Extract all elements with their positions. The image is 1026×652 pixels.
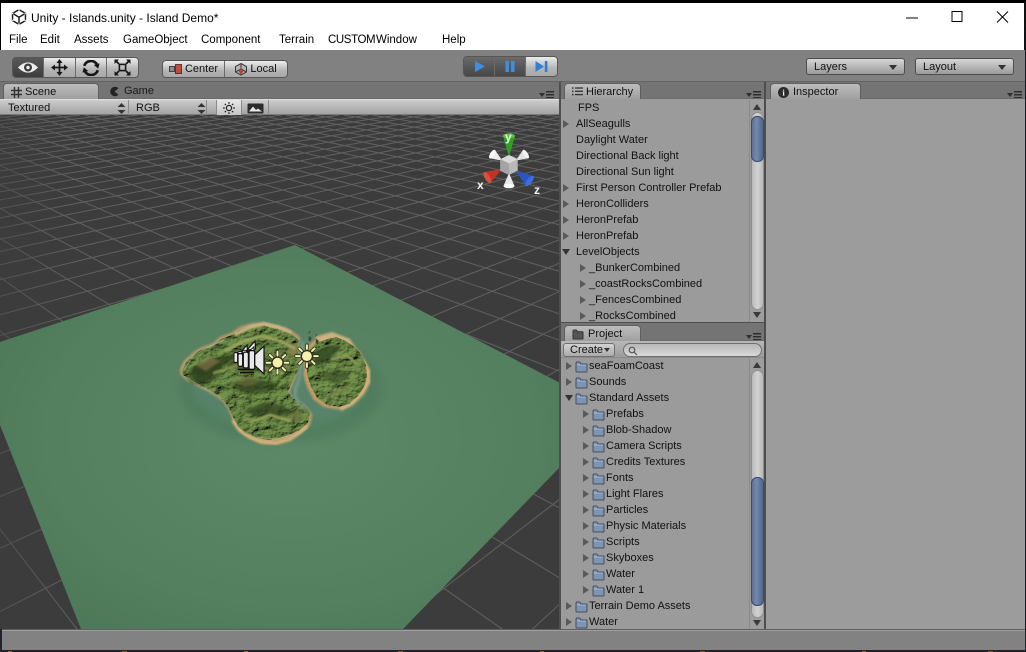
svg-text:z: z bbox=[534, 183, 540, 197]
svg-text:x: x bbox=[477, 178, 484, 192]
svg-text:y: y bbox=[505, 130, 512, 144]
